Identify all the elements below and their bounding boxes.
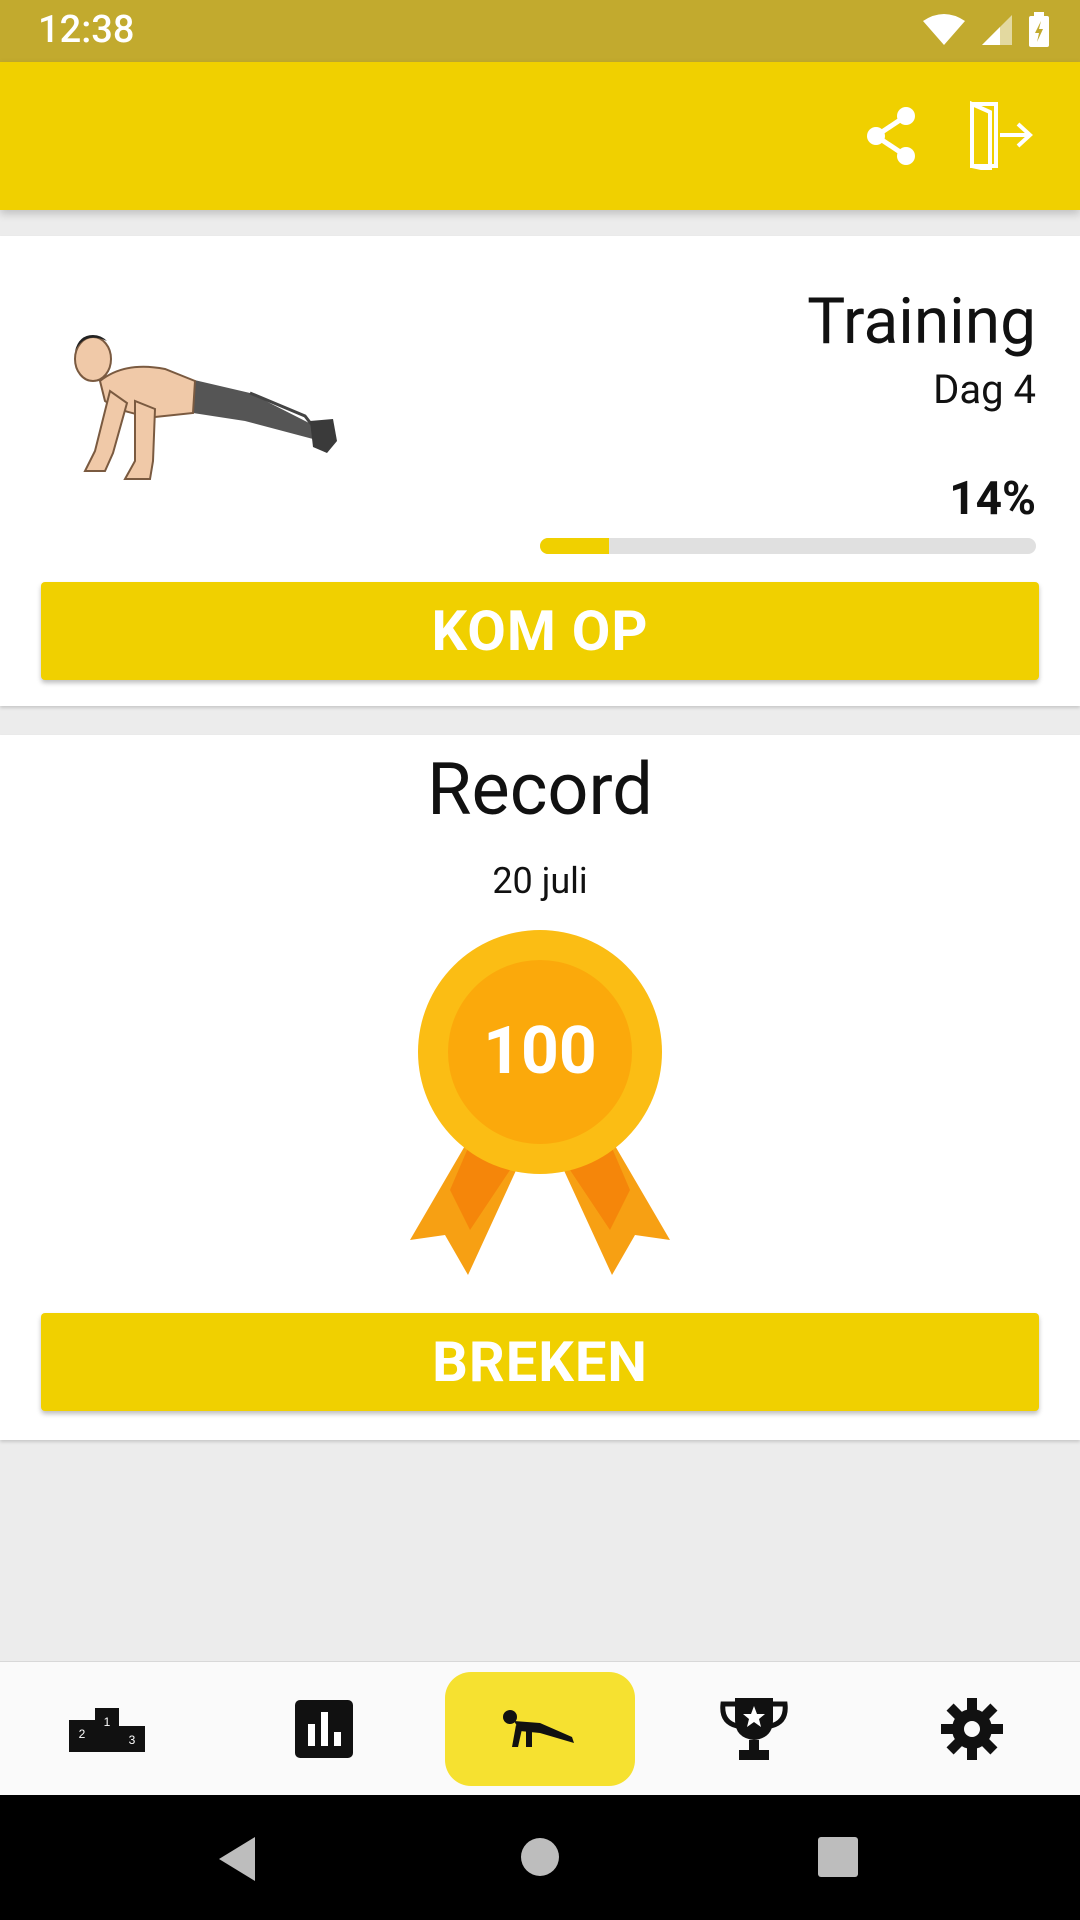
nav-item-achievements[interactable] <box>659 1672 849 1786</box>
battery-icon <box>1029 12 1049 47</box>
nav-item-training[interactable] <box>445 1672 635 1786</box>
nav-item-leaderboard[interactable]: 1 2 3 <box>12 1672 202 1786</box>
nav-item-settings[interactable] <box>877 1672 1067 1786</box>
medal-icon <box>410 930 670 1275</box>
back-icon[interactable] <box>215 1835 259 1883</box>
bottom-navigation: 1 2 3 <box>0 1661 1080 1796</box>
progress-bar-fill <box>540 538 610 554</box>
svg-text:2: 2 <box>79 1727 86 1741</box>
training-card: Training Dag 4 14% KOM OP <box>0 236 1080 706</box>
breken-button[interactable]: BREKEN <box>41 1313 1039 1411</box>
status-icons <box>922 12 1050 48</box>
kom-op-button[interactable]: KOM OP <box>41 582 1039 680</box>
app-bar <box>0 62 1080 210</box>
training-day-label: Dag 4 <box>933 366 1036 413</box>
home-icon[interactable] <box>520 1837 560 1877</box>
pushup-figure-image <box>74 335 337 480</box>
wifi-icon <box>923 14 965 45</box>
pushup-icon <box>503 1710 574 1747</box>
svg-text:3: 3 <box>129 1733 136 1747</box>
trophy-icon <box>720 1698 788 1760</box>
progress-percent: 14% <box>949 472 1036 526</box>
system-navigation-bar <box>0 1795 1080 1920</box>
share-icon[interactable] <box>862 106 922 166</box>
recents-icon[interactable] <box>818 1837 858 1877</box>
chart-icon <box>295 1700 353 1758</box>
status-bar: 12:38 <box>0 0 1080 62</box>
exit-icon[interactable] <box>966 100 1034 170</box>
record-card: Record 20 juli 100 BREKEN <box>0 735 1080 1440</box>
training-title: Training <box>807 284 1036 359</box>
record-title: Record <box>427 747 653 832</box>
svg-text:1: 1 <box>104 1715 111 1729</box>
medal-value: 100 <box>483 1013 597 1090</box>
gear-icon <box>941 1698 1003 1760</box>
podium-icon: 1 2 3 <box>69 1708 145 1752</box>
nav-item-stats[interactable] <box>229 1672 419 1786</box>
record-date: 20 juli <box>492 860 588 902</box>
signal-icon <box>982 15 1012 45</box>
progress-bar <box>540 538 1036 554</box>
status-time: 12:38 <box>38 8 135 52</box>
